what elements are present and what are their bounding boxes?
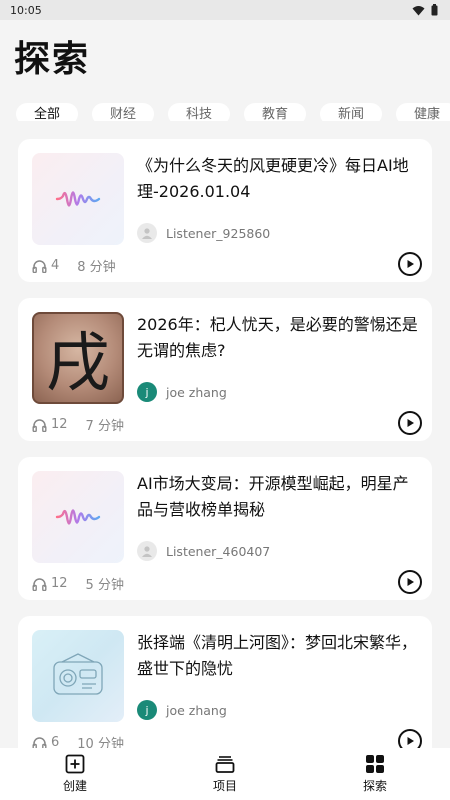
nav-explore-label: 探索 <box>362 779 387 793</box>
listen-count: 4 <box>51 258 60 273</box>
podcast-card[interactable]: 张择端《清明上河图》：梦回北宋繁华，盛世下的隐忧 j joe zhang 6 1… <box>18 616 432 759</box>
headphones-icon <box>32 259 47 273</box>
play-icon <box>407 737 414 745</box>
tab-finance[interactable]: 财经 <box>92 103 154 121</box>
user-icon <box>142 228 152 239</box>
waveform-icon <box>32 153 124 245</box>
radio-sketch-image <box>32 630 124 722</box>
duration: 8 分钟 <box>77 260 116 275</box>
avatar <box>137 541 157 561</box>
user-icon <box>142 546 152 557</box>
plus-square-icon <box>65 754 85 774</box>
avatar: j <box>137 382 157 402</box>
wifi-icon <box>412 5 425 15</box>
card-title: 《为什么冬天的风更硬更冷》每日AI地理-2026.01.04 <box>137 156 409 201</box>
listen-count: 12 <box>51 417 68 432</box>
author-name: joe zhang <box>166 384 227 400</box>
grid-icon <box>366 755 384 773</box>
card-title: 张择端《清明上河图》：梦回北宋繁华，盛世下的隐忧 <box>137 633 418 678</box>
author-name: joe zhang <box>166 702 227 718</box>
podcast-list: 《为什么冬天的风更硬更冷》每日AI地理-2026.01.04 Listener_… <box>18 139 432 775</box>
play-button[interactable] <box>398 411 422 435</box>
card-meta: 4 8 分钟 <box>32 256 116 275</box>
headphones-icon <box>32 577 47 591</box>
avatar: j <box>137 700 157 720</box>
nav-projects[interactable]: 项目 <box>175 754 275 794</box>
waveform-icon <box>32 471 124 563</box>
tab-all[interactable]: 全部 <box>16 103 78 121</box>
author: j joe zhang <box>137 700 227 720</box>
duration: 5 分钟 <box>85 578 124 593</box>
calligraphy-glyph: 戌 <box>46 327 110 401</box>
play-icon <box>407 419 414 427</box>
podcast-card[interactable]: 戌 2026年：杞人忧天，是必要的警惕还是无谓的焦虑? j joe zhang … <box>18 298 432 441</box>
calligraphy-image: 戌 <box>32 312 124 404</box>
card-meta: 12 7 分钟 <box>32 415 124 434</box>
podcast-card[interactable]: AI市场大变局：开源模型崛起，明星产品与营收榜单揭秘 Listener_4604… <box>18 457 432 600</box>
podcast-card[interactable]: 《为什么冬天的风更硬更冷》每日AI地理-2026.01.04 Listener_… <box>18 139 432 282</box>
card-meta: 12 5 分钟 <box>32 574 124 593</box>
page-title: 探索 <box>14 39 91 80</box>
status-time: 10:05 <box>10 3 42 17</box>
nav-create-label: 创建 <box>62 779 87 793</box>
avatar <box>137 223 157 243</box>
author-name: Listener_460407 <box>166 543 271 559</box>
nav-create[interactable]: 创建 <box>25 754 125 794</box>
author: Listener_460407 <box>137 541 270 561</box>
duration: 7 分钟 <box>85 419 124 434</box>
listen-count: 12 <box>51 576 68 591</box>
tab-news[interactable]: 新闻 <box>320 103 382 121</box>
status-bar: 10:05 <box>0 0 450 20</box>
play-button[interactable] <box>398 570 422 594</box>
stack-icon <box>215 756 235 773</box>
tab-education[interactable]: 教育 <box>244 103 306 121</box>
card-title: AI市场大变局：开源模型崛起，明星产品与营收榜单揭秘 <box>137 474 409 519</box>
card-title: 2026年：杞人忧天，是必要的警惕还是无谓的焦虑? <box>137 315 418 360</box>
author-name: Listener_925860 <box>166 225 271 241</box>
author: Listener_925860 <box>137 223 270 243</box>
bottom-nav: 创建 项目 探索 <box>0 748 450 800</box>
play-icon <box>407 578 414 586</box>
nav-explore[interactable]: 探索 <box>325 754 425 794</box>
tab-tech[interactable]: 科技 <box>168 103 230 121</box>
headphones-icon <box>32 418 47 432</box>
author: j joe zhang <box>137 382 227 402</box>
nav-projects-label: 项目 <box>212 779 237 793</box>
category-tabs: 全部 财经 科技 教育 新闻 健康 <box>16 103 450 121</box>
battery-icon <box>431 4 438 16</box>
play-button[interactable] <box>398 252 422 276</box>
tab-health[interactable]: 健康 <box>396 103 450 121</box>
play-icon <box>407 260 414 268</box>
